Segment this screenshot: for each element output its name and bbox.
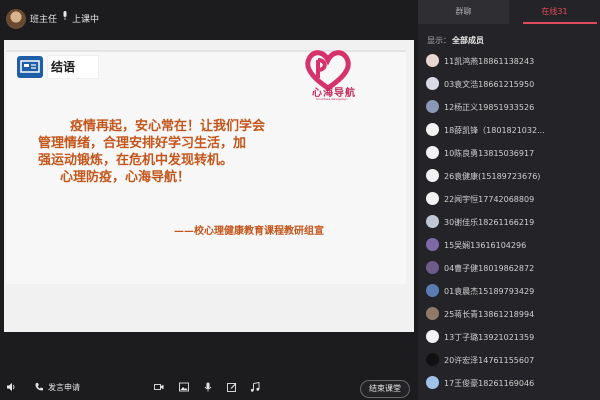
member-name: 01袁晨杰15189793429: [444, 287, 535, 296]
member-name: 25蒋长青13861218994: [444, 310, 535, 319]
music-icon[interactable]: [250, 382, 260, 392]
member-name: 12杨正义19851933526: [444, 103, 535, 112]
member-avatar: [426, 215, 439, 228]
member-avatar: [426, 54, 439, 67]
member-list: 11凯鸿燕18861138243 03袁文浩18661215950 12杨正义198…: [424, 50, 596, 395]
slide-line: 疫情再起，安心常在！让我们学会: [70, 119, 266, 134]
member-name: 10陈良勇13815036917: [444, 149, 535, 158]
member-filter-select[interactable]: 全部成员: [452, 35, 484, 46]
member-name: 17王俊豪18261169046: [444, 379, 535, 388]
member-item[interactable]: 12杨正义19851933526: [424, 96, 596, 119]
end-class-button[interactable]: 结束课堂: [360, 380, 410, 398]
member-item[interactable]: 04曹子健18019862872: [424, 257, 596, 280]
teacher-name: 班主任: [30, 15, 58, 25]
member-item[interactable]: 03袁文浩18661215950: [424, 73, 596, 96]
presentation-icon: [17, 56, 43, 78]
member-item[interactable]: 15吴娴13616104296: [424, 234, 596, 257]
member-item[interactable]: 10陈良勇13815036917: [424, 142, 596, 165]
member-avatar: [426, 192, 439, 205]
image-icon[interactable]: [179, 382, 189, 392]
tab-group-chat[interactable]: 群聊: [418, 0, 509, 24]
member-avatar: [426, 353, 439, 366]
slide-line: 管理情绪，合理安排好学习生活，加: [38, 136, 247, 151]
member-item[interactable]: 25蒋长青13861218994: [424, 303, 596, 326]
member-item[interactable]: 11凯鸿燕18861138243: [424, 50, 596, 73]
camera-icon[interactable]: [154, 382, 164, 392]
member-name: 22闻宇恒17742068809: [444, 195, 535, 204]
member-name: 13丁子璐13921021359: [444, 333, 535, 342]
active-tab-indicator: [523, 22, 597, 24]
member-avatar: [426, 100, 439, 113]
slide-line: 心理防疫，心海导航！: [60, 170, 191, 185]
speaker-icon[interactable]: [6, 382, 16, 392]
phone-icon[interactable]: [34, 382, 44, 392]
slide-heading: 结语: [51, 60, 76, 74]
microphone-icon[interactable]: [203, 382, 213, 392]
member-avatar: [426, 284, 439, 297]
member-avatar: [426, 77, 439, 90]
member-name: 18薛凯锋（1801821032...: [444, 126, 545, 135]
member-avatar: [426, 376, 439, 389]
apply-speak-button[interactable]: 发言申请: [48, 382, 80, 393]
edit-icon[interactable]: [227, 382, 237, 392]
tab-online[interactable]: 在线31: [509, 0, 600, 24]
member-avatar: [426, 238, 439, 251]
member-name: 04曹子健18019862872: [444, 264, 535, 273]
slide-signature: ——校心理健康教育课程教研组宣: [174, 226, 324, 237]
member-item[interactable]: 30谢佳乐18261166219: [424, 211, 596, 234]
member-avatar: [426, 123, 439, 136]
class-status: 上课中: [72, 15, 100, 25]
member-name: 20许宏泽14761155607: [444, 356, 535, 365]
member-item[interactable]: 01袁晨杰15189793429: [424, 280, 596, 303]
slide-body: 疫情再起，安心常在！让我们学会 管理情绪，合理安排好学习生活，加 强运动锻炼，在…: [38, 118, 368, 186]
member-item[interactable]: 18薛凯锋（1801821032...: [424, 119, 596, 142]
member-avatar: [426, 146, 439, 159]
member-item[interactable]: 17王俊豪18261169046: [424, 372, 596, 395]
member-item[interactable]: 22闻宇恒17742068809: [424, 188, 596, 211]
member-name: 11凯鸿燕18861138243: [444, 57, 535, 66]
member-avatar: [426, 261, 439, 274]
filter-label: 显示：: [427, 36, 451, 45]
brand-subtitle: Smartsea Navigation: [316, 97, 348, 101]
member-name: 03袁文浩18661215950: [444, 80, 535, 89]
member-name: 26袁健康(15189723676): [444, 172, 541, 181]
teacher-avatar[interactable]: [6, 9, 26, 29]
member-name: 15吴娴13616104296: [444, 241, 527, 250]
member-item[interactable]: 20许宏泽14761155607: [424, 349, 596, 372]
microphone-icon: [63, 11, 67, 20]
member-item[interactable]: 26袁健康(15189723676): [424, 165, 596, 188]
member-name: 30谢佳乐18261166219: [444, 218, 535, 227]
member-avatar: [426, 307, 439, 320]
slide-line: 强运动锻炼，在危机中发现转机。: [38, 153, 234, 168]
member-avatar: [426, 330, 439, 343]
member-avatar: [426, 169, 439, 182]
member-item[interactable]: 13丁子璐13921021359: [424, 326, 596, 349]
